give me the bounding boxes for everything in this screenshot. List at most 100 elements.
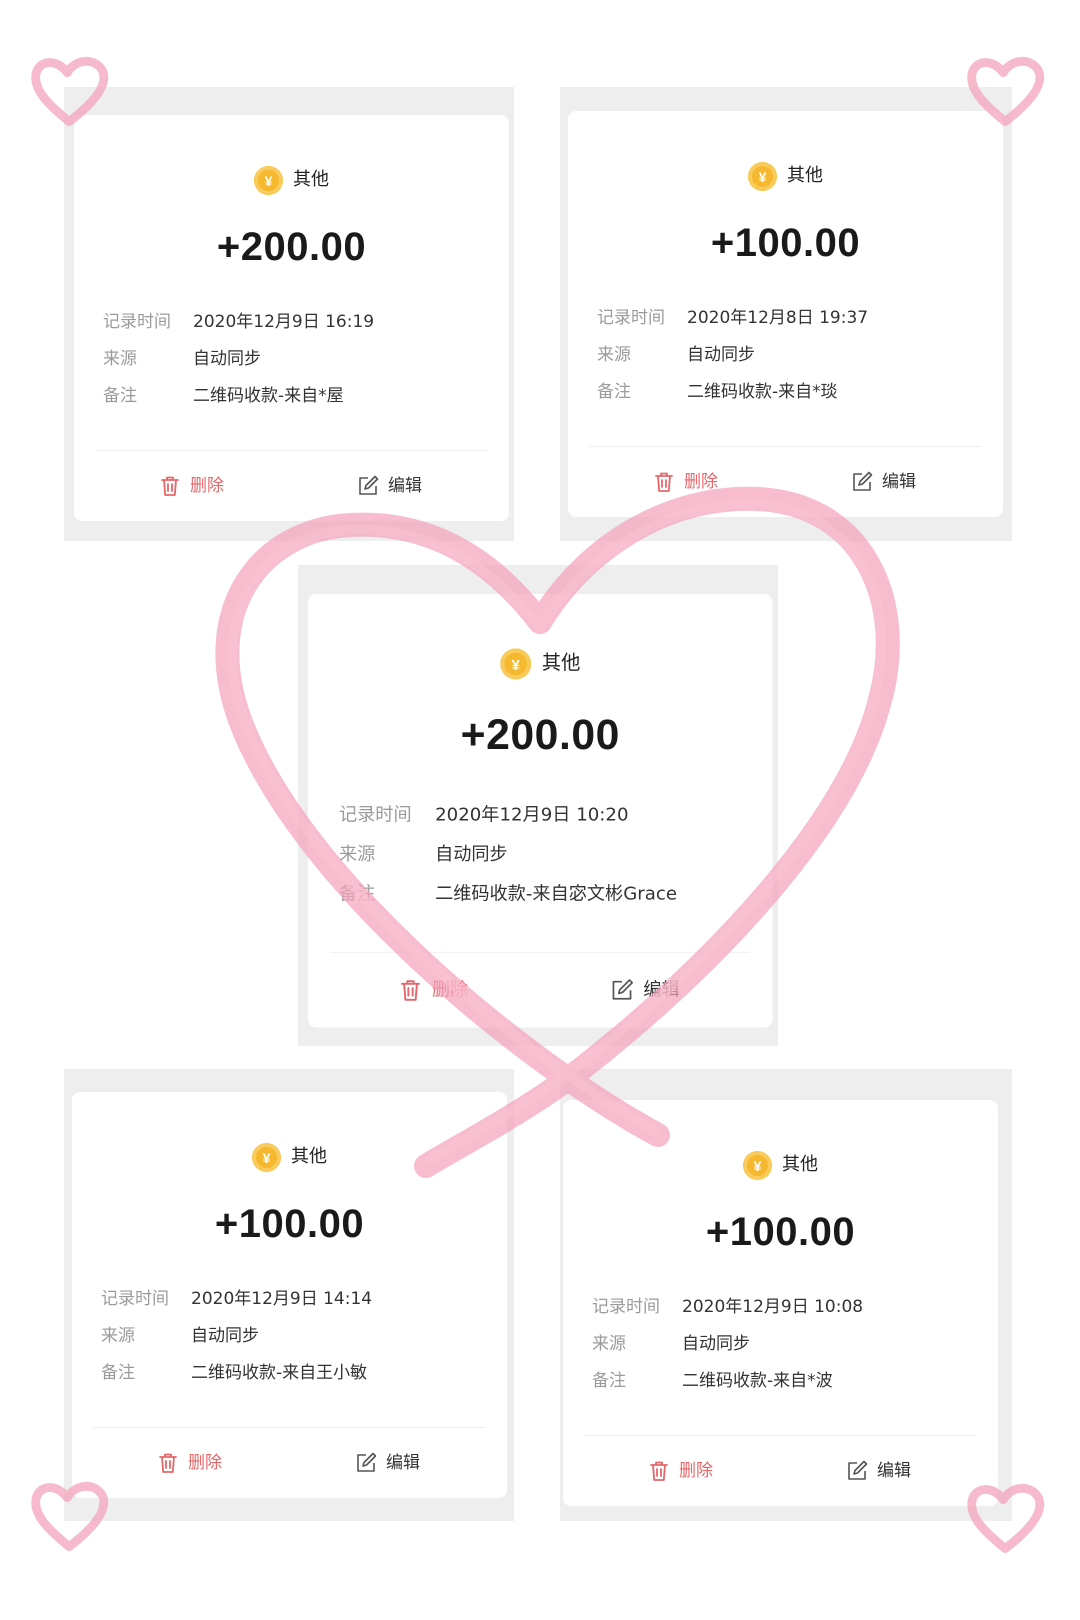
note-label: 备注 [103,386,137,406]
note-value: 二维码收款-来自*屋 [193,386,344,406]
delete-button[interactable]: 删除 [160,474,224,498]
record-time-label: 记录时间 [597,308,665,328]
amount: +100.00 [710,221,861,265]
source-row: 来源 自动同步 [563,1333,998,1355]
delete-label: 删除 [679,1461,713,1481]
edit-button[interactable]: 编辑 [355,1451,420,1475]
record-time-label: 记录时间 [592,1297,660,1317]
note-label: 备注 [597,382,631,402]
delete-button[interactable]: 删除 [649,1459,713,1483]
record-card: ¥ 其他 +100.00 记录时间 2020年12月9日 10:08 来源 自动… [563,1100,998,1506]
note-label: 备注 [101,1363,135,1383]
edit-label: 编辑 [388,476,422,496]
divider [93,1427,486,1428]
coin-icon: ¥ [743,1151,772,1180]
record-card: ¥ 其他 +200.00 记录时间 2020年12月9日 10:20 来源 自动… [308,594,773,1028]
note-value: 二维码收款-来自王小敏 [191,1363,368,1383]
category-label: 其他 [541,651,581,675]
delete-button[interactable]: 删除 [158,1451,222,1475]
coin-symbol: ¥ [753,1157,762,1174]
source-label: 来源 [103,349,137,369]
delete-label: 删除 [431,979,469,1001]
note-row: 备注 二维码收款-来自王小敏 [72,1362,507,1384]
source-value: 自动同步 [435,843,508,866]
edit-button[interactable]: 编辑 [846,1459,911,1483]
coin-icon: ¥ [500,648,532,680]
divider [589,446,982,447]
category-label: 其他 [787,165,823,186]
divider [584,1435,977,1436]
coin-icon: ¥ [748,162,777,191]
amount: +100.00 [214,1202,365,1246]
edit-button[interactable]: 编辑 [851,470,916,494]
source-label: 来源 [101,1326,135,1346]
divider [95,450,488,451]
edit-icon [851,471,873,493]
record-time-value: 2020年12月9日 14:14 [191,1289,373,1309]
edit-label: 编辑 [882,472,916,492]
source-row: 来源 自动同步 [568,344,1003,366]
amount: +100.00 [705,1210,856,1254]
amount: +200.00 [460,711,620,759]
edit-icon [357,475,379,497]
source-label: 来源 [597,345,631,365]
record-time-row: 记录时间 2020年12月9日 14:14 [72,1288,507,1310]
note-label: 备注 [592,1371,626,1391]
record-time-row: 记录时间 2020年12月8日 19:37 [568,307,1003,329]
source-value: 自动同步 [191,1326,259,1346]
edit-button[interactable]: 编辑 [610,977,680,1003]
source-value: 自动同步 [687,345,755,365]
note-row: 备注 二维码收款-来自*琰 [568,381,1003,403]
source-row: 来源 自动同步 [74,348,509,370]
category-label: 其他 [782,1154,818,1175]
category-label: 其他 [291,1146,327,1167]
coin-symbol: ¥ [758,168,767,185]
edit-icon [355,1452,377,1474]
delete-button[interactable]: 删除 [400,977,468,1003]
trash-icon [160,475,180,497]
note-row: 备注 二维码收款-来自*屋 [74,385,509,407]
note-value: 二维码收款-来自宓文彬Grace [435,883,678,905]
note-row: 备注 二维码收款-来自*波 [563,1370,998,1392]
note-row: 备注 二维码收款-来自宓文彬Grace [308,882,773,905]
record-time-label: 记录时间 [101,1289,169,1309]
record-time-row: 记录时间 2020年12月9日 10:08 [563,1296,998,1318]
record-time-row: 记录时间 2020年12月9日 16:19 [74,311,509,333]
trash-icon [400,978,421,1001]
record-time-value: 2020年12月9日 10:08 [682,1297,864,1317]
record-time-row: 记录时间 2020年12月9日 10:20 [308,803,773,826]
edit-label: 编辑 [877,1461,911,1481]
record-time-label: 记录时间 [103,312,171,332]
source-row: 来源 自动同步 [308,843,773,866]
note-value: 二维码收款-来自*琰 [687,382,838,402]
delete-label: 删除 [190,476,224,496]
edit-label: 编辑 [386,1453,420,1473]
note-value: 二维码收款-来自*波 [682,1371,833,1391]
source-value: 自动同步 [682,1334,750,1354]
edit-icon [610,978,633,1001]
coin-icon: ¥ [252,1143,281,1172]
edit-button[interactable]: 编辑 [357,474,422,498]
delete-label: 删除 [188,1453,222,1473]
trash-icon [649,1460,669,1482]
source-row: 来源 自动同步 [72,1325,507,1347]
delete-label: 删除 [684,472,718,492]
source-value: 自动同步 [193,349,261,369]
record-time-label: 记录时间 [338,804,412,826]
source-label: 来源 [592,1334,626,1354]
coin-symbol: ¥ [511,655,520,673]
note-label: 备注 [338,883,376,905]
coin-symbol: ¥ [262,1149,271,1166]
record-time-value: 2020年12月9日 16:19 [193,312,375,332]
delete-button[interactable]: 删除 [654,470,718,494]
record-time-value: 2020年12月8日 19:37 [687,308,869,328]
record-card: ¥ 其他 +100.00 记录时间 2020年12月9日 14:14 来源 自动… [72,1092,507,1498]
record-card: ¥ 其他 +200.00 记录时间 2020年12月9日 16:19 来源 自动… [74,115,509,521]
edit-icon [846,1460,868,1482]
record-time-value: 2020年12月9日 10:20 [435,804,629,826]
trash-icon [158,1452,178,1474]
edit-label: 编辑 [643,979,680,1001]
record-card: ¥ 其他 +100.00 记录时间 2020年12月8日 19:37 来源 自动… [568,111,1003,517]
coin-icon: ¥ [254,166,283,195]
coin-symbol: ¥ [264,172,273,189]
